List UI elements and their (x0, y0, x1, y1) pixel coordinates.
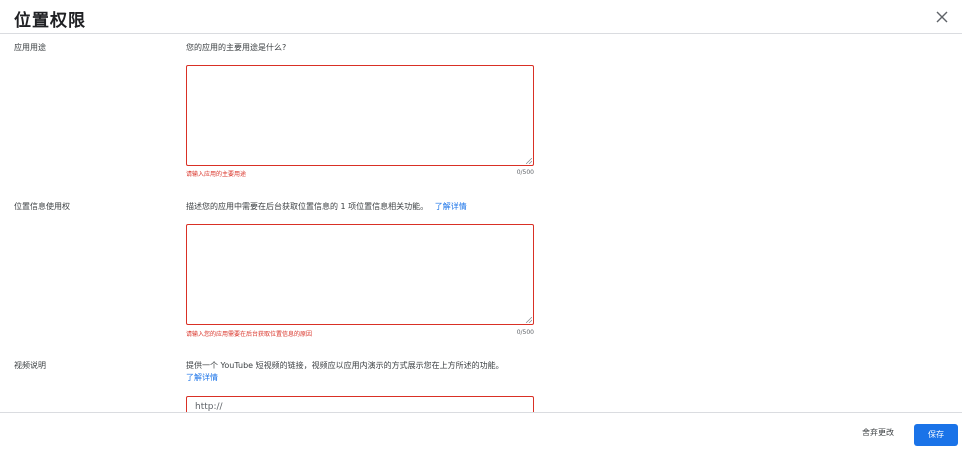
resize-handle-icon[interactable] (526, 317, 532, 323)
dialog-content: 应用用途 您的应用的主要用途是什么? 请输入应用的主要用途 0/500 位置信息… (0, 35, 962, 412)
resize-handle-icon[interactable] (526, 158, 532, 164)
purpose-char-count: 0/500 (516, 169, 534, 176)
location-usage-char-count: 0/500 (516, 329, 534, 336)
location-usage-question-row: 描述您的应用中需要在后台获取位置信息的 1 项位置信息相关功能。 了解详情 (186, 201, 467, 212)
purpose-label: 应用用途 (14, 43, 46, 52)
close-icon[interactable] (932, 7, 952, 27)
location-permission-dialog: 位置权限 应用用途 您的应用的主要用途是什么? 请输入应用的主要用途 0/500… (0, 0, 962, 456)
purpose-error: 请输入应用的主要用途 (186, 171, 247, 178)
location-usage-question: 描述您的应用中需要在后台获取位置信息的 1 项位置信息相关功能。 (186, 202, 429, 211)
video-url-input[interactable]: http:// (186, 396, 534, 412)
purpose-textarea[interactable] (186, 65, 534, 166)
location-usage-label: 位置信息使用权 (14, 202, 70, 211)
dialog-title: 位置权限 (14, 11, 86, 31)
location-usage-error: 请输入您的应用需要在后台获取位置信息的原因 (186, 331, 313, 338)
dialog-header: 位置权限 (0, 0, 962, 34)
location-usage-learn-more-link[interactable]: 了解详情 (435, 202, 467, 211)
video-label: 视频说明 (14, 361, 46, 370)
discard-changes-button[interactable]: 舍弃更改 (862, 427, 894, 438)
dialog-footer: 舍弃更改 保存 (0, 412, 962, 456)
save-button[interactable]: 保存 (914, 424, 958, 446)
video-question: 提供一个 YouTube 短视频的链接，视频应以应用内演示的方式展示您在上方所述… (186, 361, 504, 370)
location-usage-textarea[interactable] (186, 224, 534, 325)
video-learn-more-link[interactable]: 了解详情 (186, 372, 218, 383)
video-url-value: http:// (195, 402, 223, 412)
purpose-question: 您的应用的主要用途是什么? (186, 43, 287, 52)
